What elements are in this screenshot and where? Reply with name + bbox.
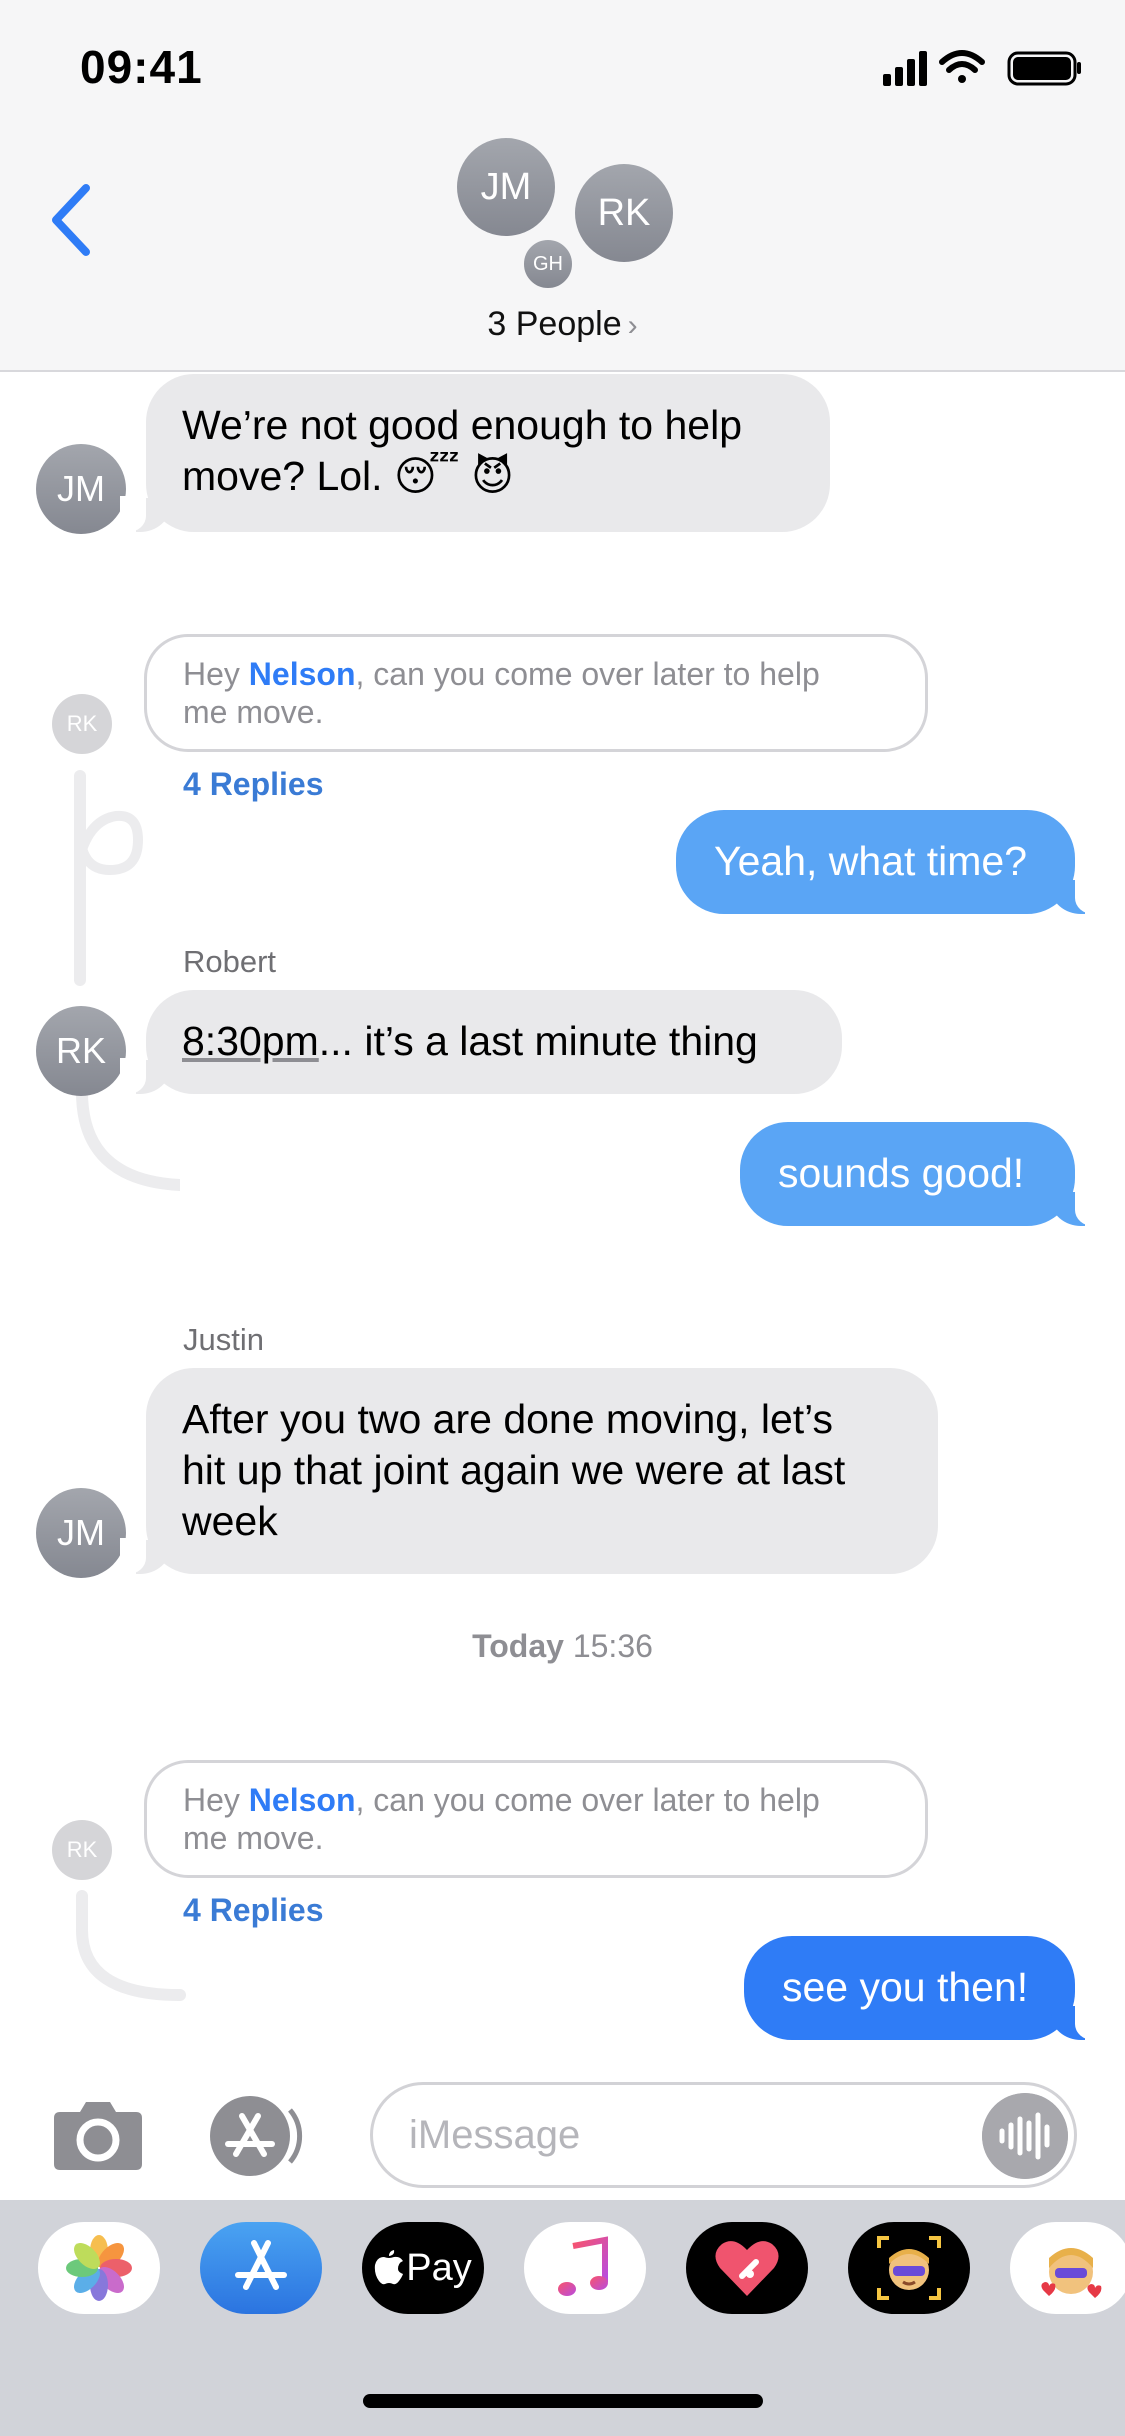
sender-name: Robert — [183, 944, 277, 979]
group-avatar-rk[interactable]: RK — [575, 164, 673, 262]
music-app-icon[interactable] — [524, 2222, 646, 2314]
incoming-message-bubble[interactable]: 8:30pm... it’s a last minute thing — [120, 990, 842, 1094]
status-icons — [883, 50, 1081, 86]
group-title-button[interactable]: 3 People › — [0, 305, 1125, 344]
music-note-icon — [558, 2236, 608, 2296]
camera-icon[interactable] — [50, 2098, 146, 2172]
app-store-icon[interactable] — [208, 2094, 320, 2178]
incoming-message-bubble[interactable]: We’re not good enough to help move? Lol.… — [120, 374, 830, 532]
mention[interactable]: Nelson — [249, 656, 356, 692]
avatar: RK — [52, 694, 112, 754]
reply-quote-bubble[interactable]: Hey Nelson, can you come over later to h… — [144, 1760, 928, 1878]
apple-logo-icon — [375, 2250, 404, 2285]
group-avatar-jm[interactable]: JM — [457, 138, 555, 236]
avatar[interactable]: RK — [36, 1006, 126, 1096]
message-text: We’re not good enough to help — [182, 402, 743, 448]
incoming-message-bubble[interactable]: After you two are done moving, let’s hit… — [120, 1368, 938, 1574]
group-title: 3 People — [487, 305, 622, 343]
digital-touch-app-icon[interactable] — [686, 2222, 808, 2314]
photos-app-icon[interactable] — [38, 2222, 160, 2314]
wifi-icon — [939, 50, 985, 83]
battery-icon — [1007, 51, 1081, 86]
heart-icon — [715, 2241, 779, 2296]
thread-connector-line — [74, 770, 180, 1191]
replies-link[interactable]: 4 Replies — [183, 766, 324, 803]
message-text: Yeah, what time? — [714, 838, 1028, 884]
app-store-a-icon — [235, 2240, 287, 2290]
home-indicator[interactable] — [363, 2394, 763, 2408]
memoji-app-icon[interactable] — [848, 2222, 970, 2314]
avatar[interactable]: JM — [36, 1488, 126, 1578]
message-text: ... it’s a last minute thing — [318, 1018, 758, 1064]
message-text: hit up that joint again we were at last — [182, 1447, 846, 1493]
conversation-header: 09:41 JM RK GH 3 People › — [0, 0, 1125, 372]
message-text: sounds good! — [778, 1150, 1025, 1196]
thread-connector-line — [76, 1890, 186, 2001]
memoji-stickers-app-icon[interactable] — [1010, 2222, 1125, 2314]
outgoing-message-bubble[interactable]: see you then! — [744, 1936, 1101, 2040]
back-chevron-icon[interactable] — [46, 180, 96, 260]
apple-pay-app-icon[interactable]: Pay — [362, 2222, 484, 2314]
message-text: see you then! — [782, 1964, 1029, 2010]
avatar[interactable]: JM — [36, 444, 126, 534]
chevron-right-icon: › — [627, 309, 638, 342]
reply-quote-bubble[interactable]: Hey Nelson, can you come over later to h… — [144, 634, 928, 752]
message-text: After you two are done moving, let’s — [182, 1396, 834, 1442]
time-link[interactable]: 8:30pm — [182, 1018, 319, 1064]
avatar: RK — [52, 1820, 112, 1880]
outgoing-message-bubble[interactable]: sounds good! — [740, 1122, 1101, 1226]
app-store-app-icon[interactable] — [200, 2222, 322, 2314]
sender-name: Justin — [183, 1322, 264, 1357]
message-text: move? Lol. 😴 😈 — [182, 453, 514, 499]
status-time: 09:41 — [80, 41, 203, 93]
audio-message-icon[interactable] — [982, 2093, 1068, 2179]
outgoing-message-bubble[interactable]: Yeah, what time? — [676, 810, 1101, 914]
cellular-signal-icon — [883, 51, 927, 86]
message-text: week — [182, 1498, 278, 1544]
replies-link[interactable]: 4 Replies — [183, 1892, 324, 1929]
photos-flower-icon — [66, 2235, 132, 2301]
memoji-face-icon — [877, 2236, 941, 2300]
apple-pay-label: Pay — [406, 2246, 472, 2289]
timestamp: Today 15:36 — [472, 1628, 653, 1664]
message-input[interactable] — [370, 2082, 1077, 2188]
group-avatar-gh[interactable]: GH — [521, 237, 575, 291]
emoji: 😴 😈 — [393, 453, 514, 499]
memoji-sticker-icon — [1041, 2248, 1102, 2298]
mention[interactable]: Nelson — [249, 1782, 356, 1818]
